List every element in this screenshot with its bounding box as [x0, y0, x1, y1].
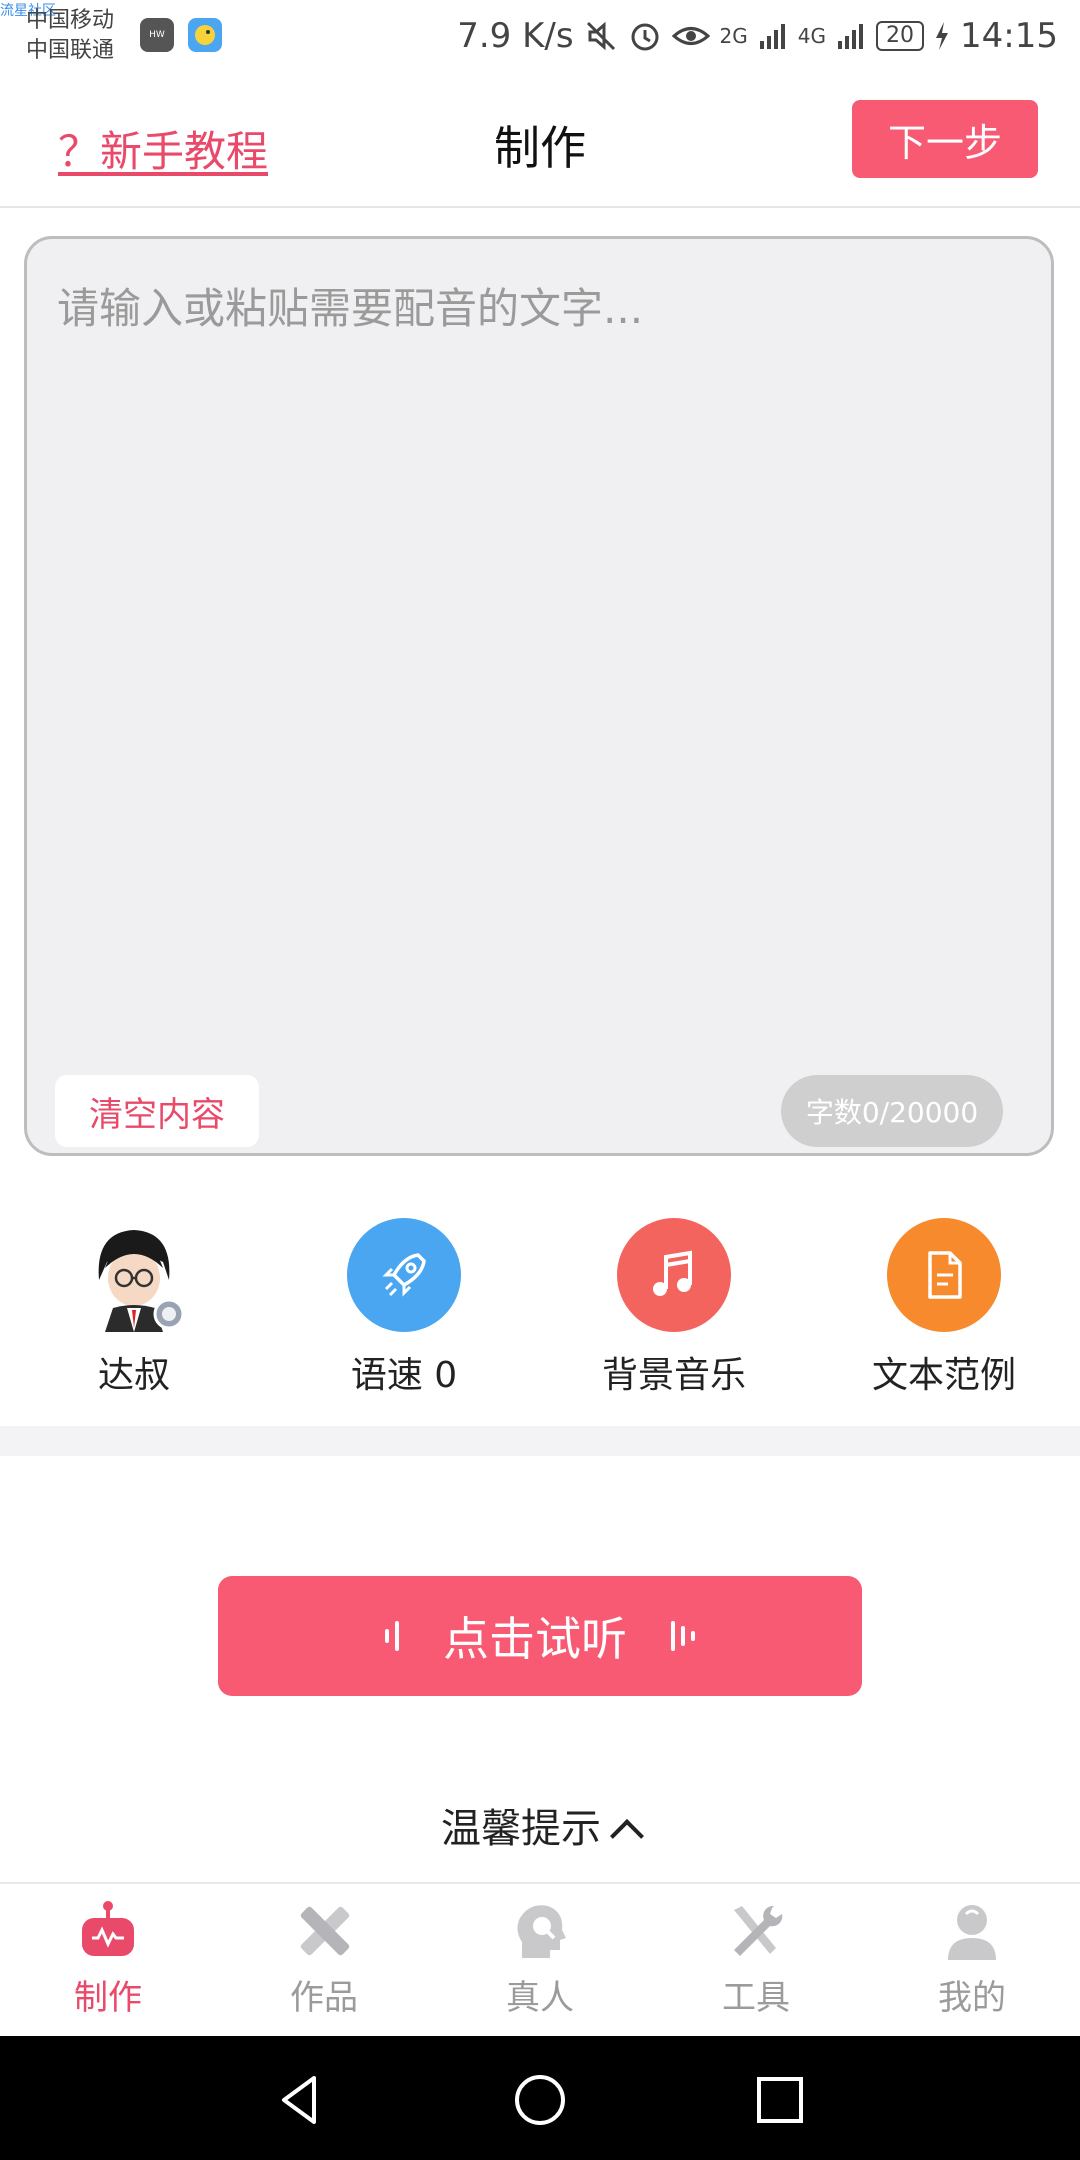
text-examples[interactable]: 文本范例 [844, 1218, 1044, 1398]
status-bar: 流星社区 中国移动 中国联通 HW 7.9 K/s 2G 4G 20 14:15 [0, 0, 1080, 72]
pencil-ruler-icon [300, 1906, 350, 1956]
tools-icon [734, 1905, 783, 1956]
clear-content-button[interactable]: 清空内容 [55, 1075, 259, 1147]
battery-level: 20 [876, 21, 925, 51]
tab-tools[interactable]: 工具 [676, 1900, 836, 2019]
bottom-tab-bar: 制作 作品 真人 工具 我的 [0, 1882, 1080, 2038]
tab-label: 作品 [290, 1978, 358, 2018]
sound-wave-icon [671, 1616, 695, 1656]
voice-label: 达叔 [97, 1355, 170, 1396]
tab-works[interactable]: 作品 [244, 1900, 404, 2019]
voice-avatar [77, 1218, 191, 1332]
tab-mine[interactable]: 我的 [892, 1900, 1052, 2019]
preview-listen-button[interactable]: 点击试听 [218, 1576, 862, 1696]
rocket-icon [347, 1218, 461, 1332]
carrier-2: 中国联通 [26, 38, 115, 63]
speed-setting[interactable]: 语速 0 [304, 1218, 504, 1398]
document-icon [887, 1218, 1001, 1332]
carrier-info: 中国移动 中国联通 [26, 6, 114, 66]
speed-label: 语速 0 [350, 1355, 458, 1396]
tab-label: 真人 [506, 1978, 574, 2018]
next-step-button[interactable]: 下一步 [852, 100, 1038, 178]
signal-2g-label: 2G [719, 24, 748, 48]
head-mic-icon [517, 1905, 566, 1958]
signal-icon [838, 24, 864, 49]
signal-icon [759, 24, 785, 49]
tab-make[interactable]: 制作 [28, 1900, 188, 2019]
mute-icon [586, 21, 615, 51]
back-icon[interactable] [270, 2070, 330, 2130]
text-editor-panel: 清空内容 字数0/20000 [24, 236, 1054, 1156]
tips-toggle[interactable]: 温馨提示 [0, 1796, 1080, 1854]
alarm-icon [631, 23, 659, 51]
music-note-icon [617, 1218, 731, 1332]
char-counter: 字数0/20000 [781, 1075, 1003, 1147]
status-right: 7.9 K/s 2G 4G 20 14:15 [457, 12, 1058, 60]
tab-label: 我的 [938, 1978, 1006, 2018]
voice-selector[interactable]: 达叔 [34, 1218, 234, 1398]
charging-icon [936, 22, 949, 50]
person-icon [948, 1905, 996, 1960]
tab-real-voice[interactable]: 真人 [460, 1900, 620, 2019]
tips-label: 温馨提示 [441, 1806, 601, 1852]
dubbing-text-input[interactable] [55, 273, 1019, 957]
tab-label: 工具 [722, 1978, 790, 2018]
bird-app-icon [188, 18, 222, 52]
background-music[interactable]: 背景音乐 [574, 1218, 774, 1398]
robot-icon [82, 1901, 134, 1956]
eye-icon [671, 27, 710, 45]
header: ？新手教程 制作 下一步 [0, 72, 1080, 208]
home-icon[interactable] [510, 2070, 570, 2130]
carrier-1: 中国移动 [26, 8, 115, 33]
chevron-up-icon [610, 1819, 644, 1853]
signal-4g-label: 4G [797, 24, 827, 48]
net-speed: 7.9 K/s [457, 16, 574, 56]
listen-label: 点击试听 [443, 1612, 627, 1666]
section-divider [0, 1426, 1080, 1456]
huawei-app-icon: HW [140, 18, 174, 52]
clock: 14:15 [960, 16, 1058, 56]
tab-label: 制作 [74, 1978, 142, 2018]
notification-icons: HW [140, 18, 222, 52]
system-nav-bar [0, 2036, 1080, 2160]
recents-icon[interactable] [750, 2070, 810, 2130]
music-label: 背景音乐 [601, 1355, 746, 1396]
examples-label: 文本范例 [871, 1355, 1016, 1396]
tool-row: 达叔 语速 0 背景音乐 文本范例 [0, 1190, 1080, 1420]
sound-wave-icon [385, 1616, 399, 1656]
tutorial-link[interactable]: ？新手教程 [58, 118, 268, 179]
